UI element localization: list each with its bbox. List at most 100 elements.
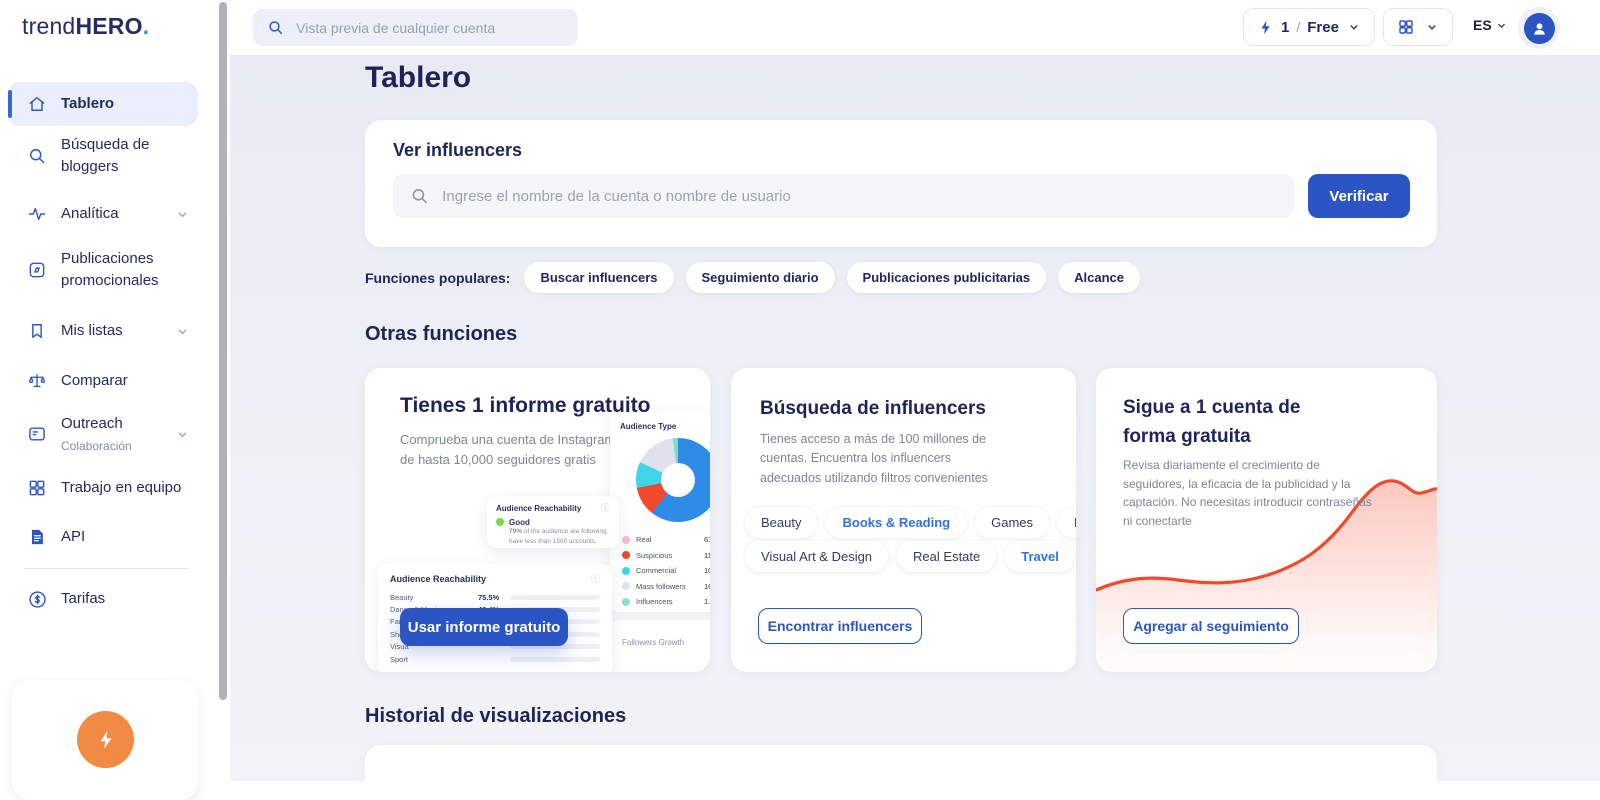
influencer-search-title: Búsqueda de influencers (760, 398, 986, 419)
document-icon (26, 526, 48, 548)
activity-icon (26, 203, 48, 225)
legend-row: Suspicious 11 (622, 548, 710, 564)
avatar (1523, 12, 1555, 44)
language-selector[interactable]: ES (1473, 17, 1508, 33)
verify-card-title: Ver influencers (393, 140, 523, 160)
category-chip-books-reading[interactable]: Books & Reading (826, 507, 967, 538)
legend-row: Influencers 1.8 (622, 594, 710, 610)
chip-alcance[interactable]: Alcance (1058, 262, 1141, 293)
free-report-description: Comprueba una cuenta de Instagram de has… (400, 432, 616, 468)
reachability-status-title: Audience Reachability (496, 504, 582, 513)
legend-dot (622, 582, 630, 591)
logo-trend: trend (22, 13, 76, 39)
follow-account-card: Sigue a 1 cuenta de forma gratuita Revis… (1096, 368, 1437, 672)
chevron-down-icon (175, 427, 190, 442)
followers-growth-label: Followers Growth (622, 638, 685, 647)
sidebar-item-label: Comparar (61, 371, 128, 389)
slash-separator: / (1296, 19, 1301, 35)
category-chip-real-estate[interactable]: Real Estate (897, 541, 997, 572)
promo-post-icon (26, 259, 48, 281)
search-icon (269, 21, 282, 34)
sidebar-item-outreach[interactable]: Outreach Colaboración (8, 412, 198, 456)
sidebar-item-trabajo-en-equipo[interactable]: Trabajo en equipo (8, 468, 198, 508)
legend-dot (622, 566, 630, 575)
apps-dropdown[interactable] (1383, 8, 1453, 46)
legend-label: Mass followers (636, 581, 686, 591)
legend-value: 11 (704, 550, 710, 560)
audience-type-donut-chart (636, 438, 710, 522)
sidebar-item-label: Mis listas (61, 321, 123, 339)
follow-title-line2: forma gratuita (1123, 425, 1251, 447)
category-chip-games[interactable]: Games (975, 507, 1050, 538)
view-history-card (365, 745, 1437, 781)
influencer-search-description: Tienes acceso a más de 100 millones de c… (760, 432, 988, 485)
credits-count: 1 (1281, 18, 1290, 36)
reachability-status-header: Audience Reachability ⓘ (496, 504, 610, 514)
row-value: 75.5% (478, 592, 500, 602)
status-detail: 79% of the audience are following have l… (509, 527, 610, 547)
chevron-down-icon (1497, 23, 1505, 28)
person-icon (1533, 22, 1545, 35)
sidebar-item-busqueda-de-bloggers[interactable]: Búsqueda de bloggers (8, 130, 198, 182)
logo-dot: . (142, 13, 150, 39)
status-text-block: Good 79% of the audience are following h… (509, 518, 610, 547)
sidebar-item-tablero[interactable]: Tablero (8, 82, 198, 126)
sidebar-item-tarifas[interactable]: Tarifas (8, 580, 198, 618)
outreach-icon (26, 423, 48, 445)
legend-value: 10 (704, 566, 710, 576)
sidebar-item-api[interactable]: API (8, 518, 198, 556)
reachability-table-header: Audience Reachability ⓘ (390, 574, 600, 584)
legend-value: 61 (704, 535, 710, 545)
legend-label: Real (636, 535, 652, 545)
use-free-report-button[interactable]: Usar informe gratuito (400, 608, 568, 646)
category-chip-beauty[interactable]: Beauty (745, 507, 818, 538)
audience-type-panel: Audience Type Real 61 Suspicious 11 Commer… (610, 412, 710, 612)
topbar: 1 / Free ES (230, 0, 1600, 55)
legend-label: Influencers (636, 597, 673, 607)
sidebar-item-label: API (61, 527, 86, 545)
table-row: Beauty 75.5% (390, 591, 600, 603)
status-label: Good (509, 518, 530, 527)
legend-row: Mass followers 16 (622, 579, 710, 595)
verify-button[interactable]: Verificar (1308, 174, 1410, 218)
influencer-search-card: Búsqueda de influencers Tienes acceso a … (731, 368, 1076, 672)
status-pct: 79% (509, 528, 523, 535)
popular-functions-label: Funciones populares: (365, 269, 511, 286)
sidebar-item-mis-listas[interactable]: Mis listas (8, 312, 198, 350)
sidebar-scrollbar[interactable] (219, 2, 227, 700)
category-chip-visual-art-design[interactable]: Visual Art & Design (745, 541, 889, 572)
outreach-subtitle: Colaboración (61, 438, 132, 453)
upgrade-promo-card[interactable] (12, 680, 198, 800)
add-to-tracking-button[interactable]: Agregar al seguimiento (1123, 608, 1299, 644)
search-input[interactable] (296, 19, 564, 36)
sidebar-item-label: Analítica (61, 204, 119, 222)
user-menu[interactable] (1518, 7, 1560, 49)
account-name-search[interactable] (393, 174, 1294, 218)
sidebar-item-label: Tarifas (61, 589, 106, 607)
other-functions-title: Otras funciones (365, 323, 518, 345)
category-chip-fashion[interactable]: Fashion (1058, 507, 1076, 538)
bar-track (510, 594, 600, 600)
category-chips-row1: Beauty Books & Reading Games Fashion (745, 507, 1076, 538)
chip-buscar-influencers[interactable]: Buscar influencers (524, 262, 674, 293)
table-row: Sport (390, 653, 600, 665)
credits-plan-dropdown[interactable]: 1 / Free (1243, 8, 1375, 46)
category-chips-row2: Visual Art & Design Real Estate Travel S… (745, 541, 1076, 572)
sidebar-item-comparar[interactable]: Comparar (8, 362, 198, 400)
legend-value: 16 (704, 581, 710, 591)
language-code: ES (1473, 17, 1492, 33)
account-preview-search[interactable] (253, 9, 578, 46)
search-icon (26, 145, 48, 167)
chip-seguimiento-diario[interactable]: Seguimiento diario (685, 262, 835, 293)
grid-icon (26, 477, 48, 499)
category-chip-travel[interactable]: Travel (1005, 541, 1075, 572)
lightning-icon (1261, 20, 1270, 34)
logo-hero: HERO (75, 13, 143, 39)
account-name-input[interactable] (442, 187, 1277, 205)
chip-publicaciones-publicitarias[interactable]: Publicaciones publicitarias (846, 262, 1047, 293)
brand-logo[interactable]: trendHERO. (22, 13, 149, 40)
legend-row: Commercial 10 (622, 563, 710, 579)
find-influencers-button[interactable]: Encontrar influencers (758, 608, 922, 644)
sidebar-item-analitica[interactable]: Analítica (8, 196, 198, 232)
sidebar-item-publicaciones-promocionales[interactable]: Publicaciones promocionales (8, 244, 198, 296)
